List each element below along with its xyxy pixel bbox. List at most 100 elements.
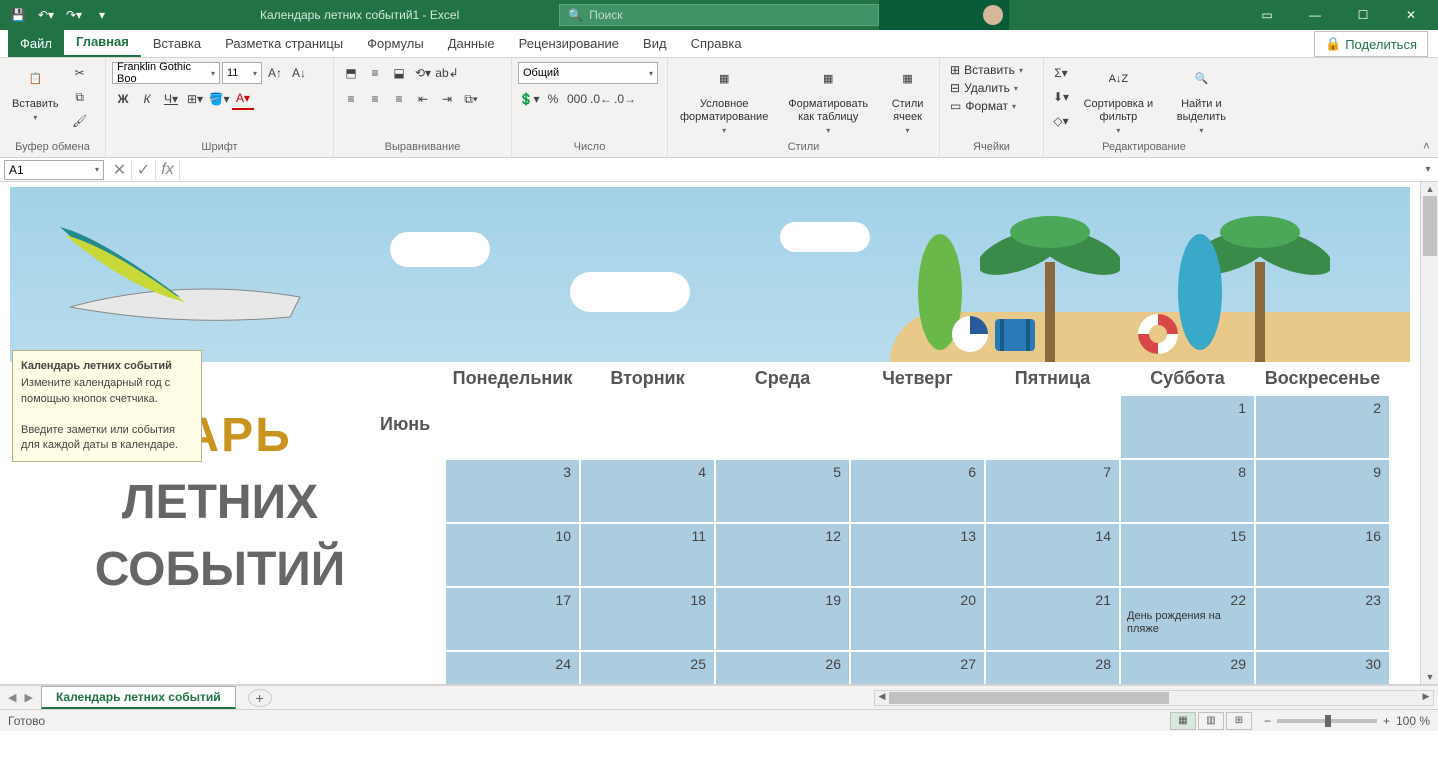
collapse-ribbon-button[interactable]: ˄: [1423, 139, 1430, 153]
format-painter-button[interactable]: 🖌: [69, 110, 91, 132]
undo-button[interactable]: ↶▾: [34, 3, 58, 27]
calendar-cell[interactable]: 20: [851, 588, 984, 650]
increase-indent-button[interactable]: ⇥: [436, 88, 458, 110]
page-break-view-button[interactable]: ⊞: [1226, 712, 1252, 730]
qat-customize[interactable]: ▾: [90, 3, 114, 27]
align-bottom-button[interactable]: ⬓: [388, 62, 410, 84]
worksheet-area[interactable]: Календарь летних событий Измените календ…: [0, 182, 1438, 685]
sheet-prev-button[interactable]: ◀: [8, 691, 16, 704]
calendar-cell[interactable]: 22День рождения на пляже: [1121, 588, 1254, 650]
increase-decimal-button[interactable]: .0←: [590, 88, 612, 110]
calendar-cell[interactable]: 12: [716, 524, 849, 586]
calendar-cell[interactable]: 14: [986, 524, 1119, 586]
tab-formulas[interactable]: Формулы: [355, 30, 436, 57]
calendar-cell[interactable]: 9: [1256, 460, 1389, 522]
calendar-cell[interactable]: [716, 396, 849, 458]
calendar-cell[interactable]: 29: [1121, 652, 1254, 685]
cell-styles-button[interactable]: ▦Стили ячеек▾: [882, 62, 933, 138]
maximize-button[interactable]: ☐: [1340, 0, 1386, 30]
calendar-grid[interactable]: 12345678910111213141516171819202122День …: [445, 395, 1390, 685]
tab-data[interactable]: Данные: [436, 30, 507, 57]
align-top-button[interactable]: ⬒: [340, 62, 362, 84]
find-select-button[interactable]: 🔍Найти и выделить▾: [1165, 62, 1238, 138]
increase-font-button[interactable]: A↑: [264, 62, 286, 84]
fx-button[interactable]: fx: [156, 160, 180, 180]
new-sheet-button[interactable]: +: [248, 689, 272, 707]
number-format-select[interactable]: Общий▾: [518, 62, 658, 84]
tab-home[interactable]: Главная: [64, 28, 141, 57]
zoom-in-button[interactable]: +: [1383, 714, 1390, 728]
calendar-cell[interactable]: 2: [1256, 396, 1389, 458]
scroll-down-button[interactable]: ▼: [1421, 670, 1438, 684]
ribbon-display-button[interactable]: ▭: [1244, 0, 1290, 30]
tab-help[interactable]: Справка: [679, 30, 754, 57]
vertical-scrollbar[interactable]: ▲ ▼: [1420, 182, 1438, 684]
sort-filter-button[interactable]: A↓ZСортировка и фильтр▾: [1076, 62, 1161, 138]
calendar-cell[interactable]: 23: [1256, 588, 1389, 650]
decrease-decimal-button[interactable]: .0→: [614, 88, 636, 110]
hscroll-thumb[interactable]: [889, 692, 1169, 704]
calendar-cell[interactable]: 11: [581, 524, 714, 586]
tab-view[interactable]: Вид: [631, 30, 679, 57]
zoom-out-button[interactable]: −: [1264, 714, 1271, 728]
close-button[interactable]: ✕: [1388, 0, 1434, 30]
align-left-button[interactable]: ≡: [340, 88, 362, 110]
cancel-formula-button[interactable]: ✕: [108, 160, 132, 180]
font-name-select[interactable]: Franklin Gothic Boo▾: [112, 62, 220, 84]
clear-button[interactable]: ◇▾: [1050, 110, 1072, 132]
calendar-cell[interactable]: 26: [716, 652, 849, 685]
format-as-table-button[interactable]: ▦Форматировать как таблицу▾: [778, 62, 878, 138]
normal-view-button[interactable]: ▦: [1170, 712, 1196, 730]
zoom-slider[interactable]: [1277, 719, 1377, 723]
account-area[interactable]: [879, 0, 1009, 30]
calendar-cell[interactable]: 15: [1121, 524, 1254, 586]
calendar-cell[interactable]: [581, 396, 714, 458]
cut-button[interactable]: ✂: [69, 62, 91, 84]
scroll-right-button[interactable]: ▶: [1419, 691, 1433, 705]
calendar-cell[interactable]: 28: [986, 652, 1119, 685]
underline-button[interactable]: Ч▾: [160, 88, 182, 110]
conditional-formatting-button[interactable]: ▦Условное форматирование▾: [674, 62, 774, 138]
calendar-cell[interactable]: 19: [716, 588, 849, 650]
italic-button[interactable]: К: [136, 88, 158, 110]
calendar-cell[interactable]: 4: [581, 460, 714, 522]
calendar-cell[interactable]: 13: [851, 524, 984, 586]
calendar-cell[interactable]: 7: [986, 460, 1119, 522]
calendar-cell[interactable]: 25: [581, 652, 714, 685]
page-layout-view-button[interactable]: ▥: [1198, 712, 1224, 730]
calendar-cell[interactable]: 21: [986, 588, 1119, 650]
calendar-cell[interactable]: 16: [1256, 524, 1389, 586]
fill-button[interactable]: ⬇▾: [1050, 86, 1072, 108]
paste-button[interactable]: 📋Вставить▾: [6, 62, 65, 125]
calendar-cell[interactable]: 30: [1256, 652, 1389, 685]
calendar-cell[interactable]: 10: [446, 524, 579, 586]
align-center-button[interactable]: ≡: [364, 88, 386, 110]
enter-formula-button[interactable]: ✓: [132, 160, 156, 180]
scroll-left-button[interactable]: ◀: [875, 691, 889, 705]
redo-button[interactable]: ↷▾: [62, 3, 86, 27]
decrease-font-button[interactable]: A↓: [288, 62, 310, 84]
horizontal-scrollbar[interactable]: ◀ ▶: [874, 690, 1434, 706]
calendar-cell[interactable]: 18: [581, 588, 714, 650]
align-middle-button[interactable]: ≡: [364, 62, 386, 84]
orientation-button[interactable]: ⟲▾: [412, 62, 434, 84]
calendar-cell[interactable]: 17: [446, 588, 579, 650]
calendar-cell[interactable]: 5: [716, 460, 849, 522]
scroll-thumb[interactable]: [1423, 196, 1437, 256]
calendar-cell[interactable]: 6: [851, 460, 984, 522]
sheet-next-button[interactable]: ▶: [24, 691, 32, 704]
copy-button[interactable]: ⧉: [69, 86, 91, 108]
formula-input[interactable]: [180, 160, 1418, 180]
delete-cells-button[interactable]: ⊟Удалить ▾: [946, 80, 1037, 96]
bold-button[interactable]: Ж: [112, 88, 134, 110]
search-box[interactable]: 🔍 Поиск: [559, 4, 879, 26]
font-size-select[interactable]: 11▾: [222, 62, 262, 84]
share-button[interactable]: 🔒Поделиться: [1314, 31, 1428, 57]
calendar-cell[interactable]: [446, 396, 579, 458]
tab-insert[interactable]: Вставка: [141, 30, 213, 57]
save-icon[interactable]: 💾: [6, 3, 30, 27]
calendar-cell[interactable]: 1: [1121, 396, 1254, 458]
decrease-indent-button[interactable]: ⇤: [412, 88, 434, 110]
name-box[interactable]: A1▾: [4, 160, 104, 180]
calendar-cell[interactable]: 24: [446, 652, 579, 685]
